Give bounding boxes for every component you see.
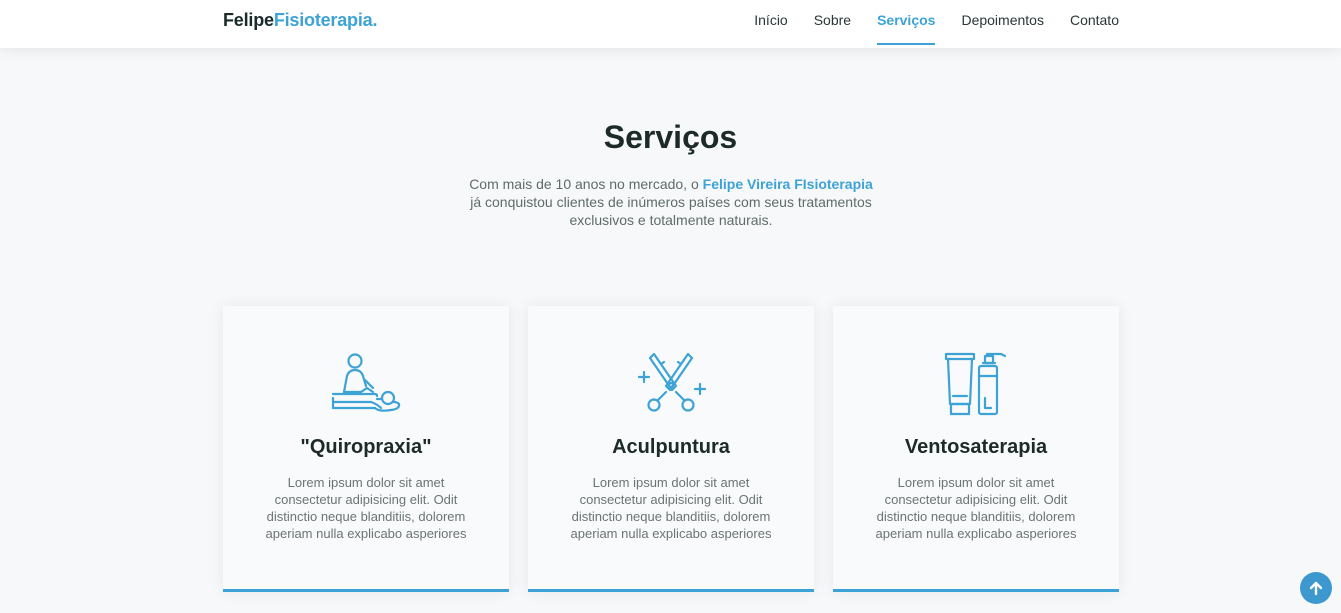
card-title: "Quiropraxia" xyxy=(300,436,432,458)
section-description: Com mais de 10 anos no mercado, o Felipe… xyxy=(462,175,880,229)
site-header: FelipeFisioterapia. Início Sobre Serviço… xyxy=(0,0,1341,48)
arrow-up-icon xyxy=(1309,581,1323,596)
nav-item-depoimentos[interactable]: Depoimentos xyxy=(961,0,1044,46)
nav-item-inicio[interactable]: Início xyxy=(754,0,787,46)
card-text: Lorem ipsum dolor sit amet consectetur a… xyxy=(570,475,772,541)
card-title: Ventosaterapia xyxy=(904,436,1048,458)
nav-item-sobre[interactable]: Sobre xyxy=(814,0,851,46)
section-description-start: Com mais de 10 anos no mercado, o xyxy=(469,176,703,192)
back-to-top-button[interactable] xyxy=(1300,572,1332,604)
card-text: Lorem ipsum dolor sit amet consectetur a… xyxy=(265,475,467,541)
scissors-icon xyxy=(636,352,707,418)
card-text: Lorem ipsum dolor sit amet consectetur a… xyxy=(875,475,1077,541)
section-title: Serviços xyxy=(603,119,738,155)
logo[interactable]: FelipeFisioterapia. xyxy=(223,10,377,31)
service-card-ventosaterapia[interactable]: Ventosaterapia Lorem ipsum dolor sit ame… xyxy=(833,306,1119,592)
nav-item-contato[interactable]: Contato xyxy=(1070,0,1119,46)
section-description-end: já conquistou clientes de inúmeros paíse… xyxy=(470,194,872,228)
service-card-aculpuntura[interactable]: Aculpuntura Lorem ipsum dolor sit amet c… xyxy=(528,306,814,592)
service-card-quiropraxia[interactable]: "Quiropraxia" Lorem ipsum dolor sit amet… xyxy=(223,306,509,592)
main-nav: Início Sobre Serviços Depoimentos Contat… xyxy=(728,0,1119,48)
logo-dot: . xyxy=(372,10,378,30)
nav-item-servicos[interactable]: Serviços xyxy=(877,0,936,46)
logo-text-primary: Felipe xyxy=(223,10,274,30)
massage-icon xyxy=(331,352,401,418)
logo-text-accent: Fisioterapia xyxy=(273,10,373,30)
cosmetics-bottles-icon xyxy=(941,352,1011,418)
card-title: Aculpuntura xyxy=(612,436,730,458)
section-description-highlight: Felipe Vireira FIsioterapia xyxy=(702,176,873,192)
